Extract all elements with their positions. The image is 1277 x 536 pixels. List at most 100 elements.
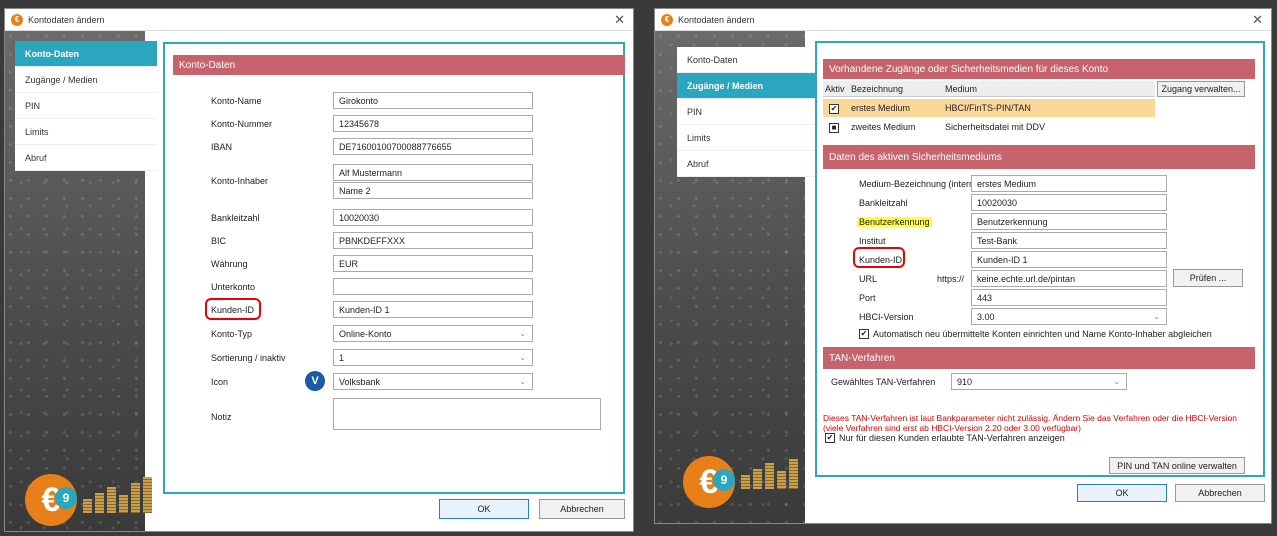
label-waehrung: Währung [211,259,248,269]
konto-nummer-input[interactable]: 12345678 [333,115,533,132]
nav-item-zugaenge[interactable]: Zugänge / Medien [15,67,157,93]
label-port: Port [859,293,876,303]
media-table-header: Aktiv Bezeichnung Medium [823,81,1155,97]
institut-input[interactable]: Test-Bank [971,232,1167,249]
label-institut: Institut [859,236,886,246]
checkbox-checked-icon[interactable]: ✔ [829,103,839,114]
col-bezeichnung: Bezeichnung [851,83,904,94]
label-notiz: Notiz [211,412,232,422]
left-dialog: € Kontodaten ändern ✕ Konto-Daten Zugäng… [4,8,634,532]
nav-item-pin[interactable]: PIN [15,93,157,119]
port-input[interactable]: 443 [971,289,1167,306]
kunden-id-input[interactable]: Kunden-ID 1 [333,301,533,318]
pin-tan-online-button[interactable]: PIN und TAN online verwalten [1109,457,1245,474]
table-row[interactable]: ✔ erstes Medium HBCI/FinTS-PIN/TAN [823,99,1155,117]
content-panel: Vorhandene Zugänge oder Sicherheitsmedie… [815,41,1265,477]
tan-section-header: TAN-Verfahren [823,347,1255,369]
label-benutzerkennung: Benutzerkennung [857,217,932,227]
bankleitzahl-input[interactable]: 10020030 [971,194,1167,211]
unterkonto-input[interactable] [333,278,533,295]
konto-typ-value: Online-Konto [339,328,392,339]
kunden-id-input[interactable]: Kunden-ID 1 [971,251,1167,268]
euro-app-icon: € [11,13,23,26]
auto-import-label: Automatisch neu übermittelte Konten einr… [873,329,1212,339]
label-icon: Icon [211,377,229,387]
inhaber-name2-input[interactable]: Name 2 [333,182,533,199]
auto-import-option[interactable]: ✔ Automatisch neu übermittelte Konten ei… [859,329,1212,339]
nav-item-limits[interactable]: Limits [677,125,815,151]
url-input[interactable]: keine.echte.url.de/pintan [971,270,1167,287]
label-unterkonto: Unterkonto [211,282,256,292]
notiz-textarea[interactable] [333,398,601,430]
chevron-down-icon: ⌄ [1113,377,1120,386]
label-bic: BIC [211,236,227,246]
checkbox-checked-icon[interactable]: ✔ [859,329,869,339]
chevron-down-icon: ⌄ [519,377,526,386]
checkbox-checked-icon[interactable]: ✔ [825,433,835,443]
checkbox-partial-icon[interactable]: ■ [829,122,839,133]
close-icon[interactable]: ✕ [1252,12,1263,28]
nav-item-zugaenge[interactable]: Zugänge / Medien [677,73,815,99]
label-konto-inhaber: Konto-Inhaber [211,176,269,186]
tan-verfahren-select[interactable]: 910 ⌄ [951,373,1127,390]
medium-bezeichnung-input[interactable]: erstes Medium [971,175,1167,192]
tan-warning-text: Dieses TAN-Verfahren ist laut Bankparame… [823,413,1238,433]
active-medium-section-header: Daten des aktiven Sicherheitsmediums [823,145,1255,169]
nav-item-limits[interactable]: Limits [15,119,157,145]
row-name: zweites Medium [851,122,916,132]
label-bankleitzahl: Bankleitzahl [859,198,908,208]
label-bankleitzahl: Bankleitzahl [211,213,260,223]
label-konto-nummer: Konto-Nummer [211,119,273,129]
title-bar: € Kontodaten ändern ✕ [655,9,1271,31]
nav-item-abruf[interactable]: Abruf [677,151,815,177]
sidebar-nav: Konto-Daten Zugänge / Medien PIN Limits … [677,47,815,177]
label-tan-verfahren: Gewähltes TAN-Verfahren [831,377,936,387]
cancel-button[interactable]: Abbrechen [539,499,625,519]
nav-item-konto-daten[interactable]: Konto-Daten [15,41,157,67]
sortierung-select[interactable]: 1 ⌄ [333,349,533,366]
nav-item-abruf[interactable]: Abruf [15,145,157,171]
content-panel: Konto-Daten Konto-Name Girokonto Konto-N… [163,42,625,494]
label-iban: IBAN [211,142,233,152]
euro-app-icon: € [661,13,673,26]
logo-badge-icon: 9 [713,469,735,491]
ok-button[interactable]: OK [439,499,529,519]
label-medium-bezeichnung: Medium-Bezeichnung (intern) [859,179,978,189]
section-header: Konto-Daten [173,55,625,75]
col-medium: Medium [945,83,978,94]
pruefen-button[interactable]: Prüfen ... [1173,269,1243,287]
right-dialog: € Kontodaten ändern ✕ Konto-Daten Zugäng… [654,8,1272,524]
nav-item-konto-daten[interactable]: Konto-Daten [677,47,815,73]
row-medium: Sicherheitsdatei mit DDV [945,122,1046,132]
col-aktiv: Aktiv [825,83,845,94]
konto-name-input[interactable]: Girokonto [333,92,533,109]
bankleitzahl-input[interactable]: 10020030 [333,209,533,226]
konto-typ-select[interactable]: Online-Konto ⌄ [333,325,533,342]
coin-stacks-icon [741,459,798,489]
bic-input[interactable]: PBNKDEFFXXX [333,232,533,249]
table-row[interactable]: ■ zweites Medium Sicherheitsdatei mit DD… [823,118,1155,136]
right-screen: € Kontodaten ändern ✕ Konto-Daten Zugäng… [638,0,1277,536]
label-konto-name: Konto-Name [211,96,262,106]
label-kunden-id: Kunden-ID [859,255,903,265]
nav-item-pin[interactable]: PIN [677,99,815,125]
benutzerkennung-input[interactable]: Benutzerkennung [971,213,1167,230]
left-screen: € Kontodaten ändern ✕ Konto-Daten Zugäng… [0,0,639,536]
close-icon[interactable]: ✕ [614,12,625,28]
icon-select[interactable]: Volksbank ⌄ [333,373,533,390]
cancel-button[interactable]: Abbrechen [1175,484,1265,502]
inhaber-name1-input[interactable]: Alf Mustermann [333,164,533,181]
hbci-version-value: 3.00 [977,311,995,322]
sortierung-value: 1 [339,352,345,363]
ok-button[interactable]: OK [1077,484,1167,502]
hbci-version-select[interactable]: 3.00 ⌄ [971,308,1167,325]
row-medium: HBCI/FinTS-PIN/TAN [945,103,1031,113]
url-prefix: https:// [937,274,965,284]
waehrung-input[interactable]: EUR [333,255,533,272]
iban-input[interactable]: DE71600100700088776655 [333,138,533,155]
zugang-verwalten-button[interactable]: Zugang verwalten... [1157,81,1245,97]
only-allowed-option[interactable]: ✔ Nur für diesen Kunden erlaubte TAN-Ver… [825,433,1065,443]
window-title: Kontodaten ändern [678,14,755,25]
tan-verfahren-value: 910 [957,376,973,387]
label-sortierung: Sortierung / inaktiv [211,353,286,363]
